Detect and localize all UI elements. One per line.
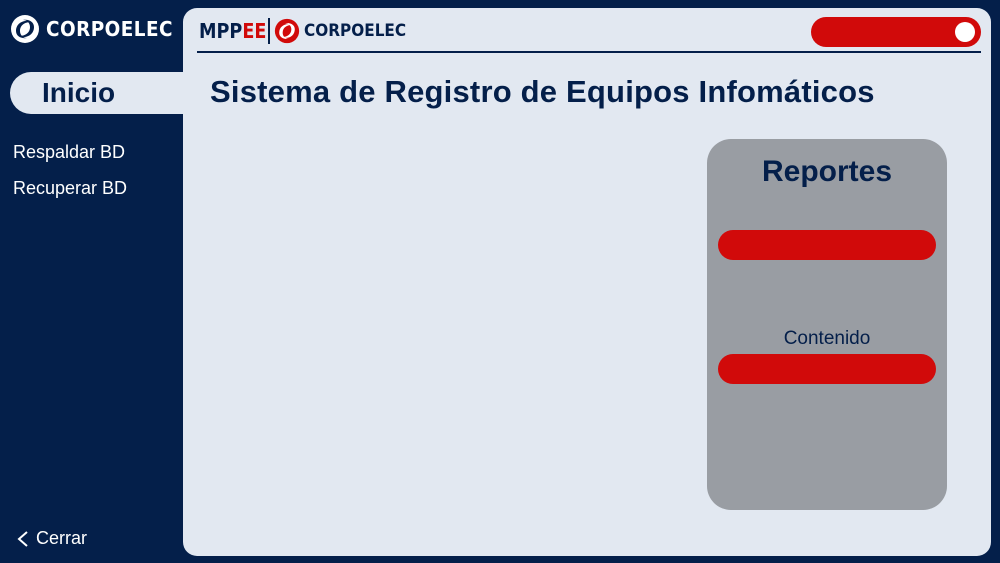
brand-name: CORPOELEC: [46, 17, 173, 41]
sidebar-item-label: Inicio: [42, 77, 116, 108]
chevron-left-icon: [17, 530, 28, 547]
reports-card: Reportes Contenido: [707, 139, 947, 510]
toggle-knob: [955, 22, 975, 42]
ministry-accent: EE: [242, 19, 267, 43]
ministry-main: MPP: [199, 19, 243, 43]
corpoelec-swirl-icon: [274, 18, 299, 44]
header-divider: [197, 51, 981, 53]
sidebar-item-respaldar-bd[interactable]: Respaldar BD: [13, 142, 125, 163]
sidebar-item-inicio[interactable]: Inicio: [10, 72, 183, 114]
sidebar: CORPOELEC Inicio Respaldar BD Recuperar …: [0, 0, 183, 563]
ministry-logo: MPPEE: [199, 19, 266, 43]
header-toggle[interactable]: [811, 17, 981, 47]
corp-name: CORPOELEC: [303, 21, 406, 41]
corpoelec-swirl-icon: [11, 15, 39, 43]
main-panel: MPPEE CORPOELEC Sistema de Registro de E…: [183, 8, 991, 556]
report-button-2[interactable]: [718, 354, 936, 384]
content-label: Contenido: [783, 328, 871, 349]
page-title: Sistema de Registro de Equipos Infomátic…: [210, 74, 875, 109]
report-button-1[interactable]: [718, 230, 936, 260]
sidebar-item-recuperar-bd[interactable]: Recuperar BD: [13, 178, 127, 199]
header-logos: MPPEE CORPOELEC: [199, 18, 417, 44]
reports-card-title: Reportes: [761, 155, 893, 188]
logout-label: Cerrar: [36, 528, 88, 548]
brand: CORPOELEC: [10, 14, 184, 44]
logout-button[interactable]: Cerrar: [16, 528, 87, 549]
logo-separator: [267, 18, 270, 44]
